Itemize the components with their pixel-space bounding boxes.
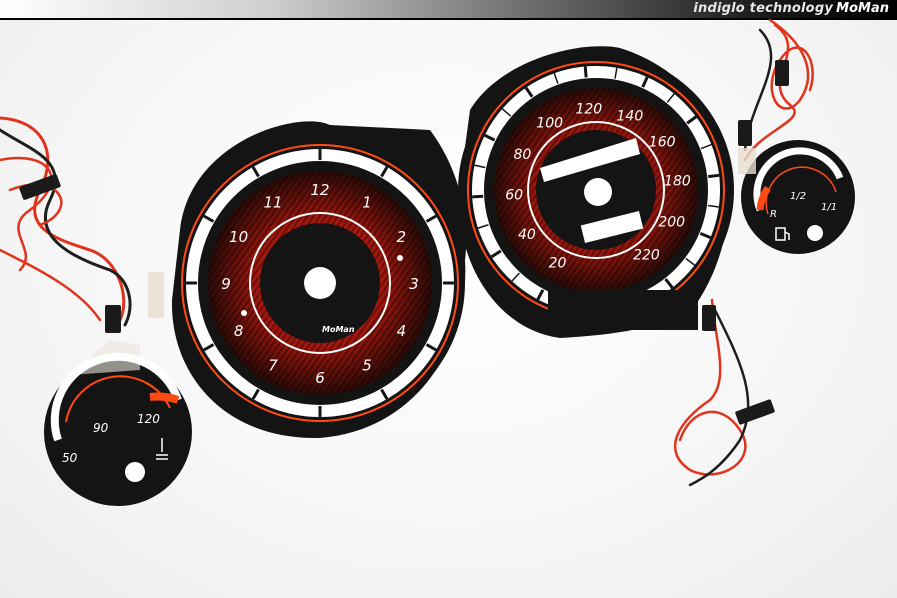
temp-label-50: 50	[62, 451, 78, 465]
clock-number-3: 3	[409, 275, 419, 293]
speed-number-220: 220	[633, 248, 660, 264]
speed-number-40: 40	[518, 227, 536, 243]
clock-number-6: 6	[315, 369, 325, 387]
speed-number-140: 140	[617, 108, 644, 124]
temp-label-90: 90	[93, 421, 109, 435]
speed-tick	[708, 173, 720, 179]
clock-number-4: 4	[397, 322, 407, 340]
fuel-label-half: 1/2	[790, 191, 806, 202]
clock-number-5: 5	[362, 356, 372, 374]
speedometer-gauge: 20 40 60 80100 120 140 160 180 200 220	[458, 46, 734, 338]
clock-number-8: 8	[234, 322, 244, 340]
temperature-gauge: 50 90 120	[44, 340, 192, 506]
speed-number-160: 160	[649, 135, 676, 151]
clock-number-2: 2	[397, 228, 407, 246]
clock-number-10: 10	[229, 228, 248, 246]
clock-number-9: 9	[221, 275, 231, 293]
fuel-gauge: R 1/2 1/1	[738, 140, 855, 254]
speed-number-180: 180	[664, 173, 691, 189]
temp-label-120: 120	[137, 412, 160, 426]
speed-number-80: 80	[514, 147, 532, 163]
clock-logo: MoMan	[322, 325, 355, 334]
clock-number-11: 11	[263, 194, 282, 212]
speed-tick	[583, 66, 588, 78]
clock-number-12: 12	[310, 181, 329, 199]
speed-number-200: 200	[658, 215, 685, 231]
speed-tick	[472, 194, 484, 199]
clock-number-7: 7	[268, 356, 278, 374]
speed-number-100: 100	[536, 115, 563, 131]
clock-number-1: 1	[362, 194, 372, 212]
product-photo: 50 90 120 121234567891011 MoMan 20406080…	[0, 18, 855, 506]
clock-gauge: 121234567891011 MoMan	[148, 121, 467, 439]
speed-number-120: 120	[575, 101, 602, 117]
wire-harness-right-top	[738, 18, 814, 162]
speed-number-60: 60	[505, 188, 523, 204]
fuel-label-full: 1/1	[821, 202, 837, 213]
fuel-label-reserve: R	[770, 209, 777, 220]
wire-harness-left	[0, 116, 132, 333]
speed-number-20: 20	[549, 255, 567, 271]
